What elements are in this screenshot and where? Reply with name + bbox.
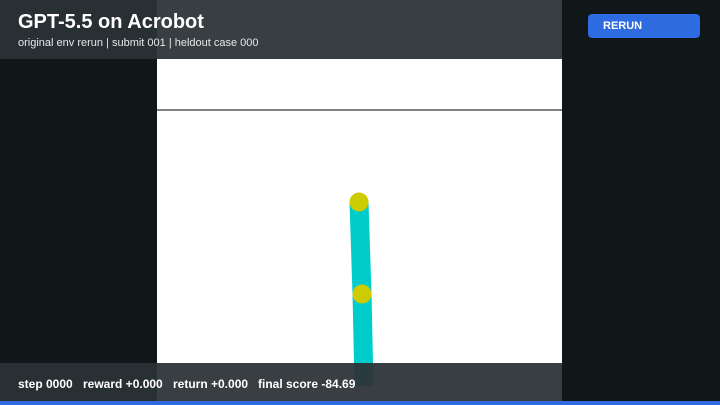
reward-readout: reward +0.000 <box>83 377 163 391</box>
return-readout: return +0.000 <box>173 377 249 391</box>
page-title: GPT-5.5 on Acrobot <box>18 11 204 33</box>
page-subtitle: original env rerun | submit 001 | heldou… <box>18 37 259 49</box>
final-score-readout: final score -84.69 <box>258 377 356 391</box>
acrobot-elbow-joint <box>352 284 372 304</box>
progress-strip <box>0 401 720 405</box>
acrobot-canvas <box>157 0 562 405</box>
acrobot-pivot-joint <box>349 192 369 212</box>
step-counter: step 0000 <box>18 377 73 391</box>
acrobot-link-upper <box>349 201 372 295</box>
status-bar: step 0000 reward +0.000 return +0.000 fi… <box>0 363 562 401</box>
rerun-button[interactable]: RERUN <box>588 14 700 38</box>
app-stage: GPT-5.5 on Acrobot original env rerun | … <box>0 0 720 405</box>
acrobot-render <box>157 0 562 405</box>
header-bar: GPT-5.5 on Acrobot original env rerun | … <box>0 0 562 59</box>
